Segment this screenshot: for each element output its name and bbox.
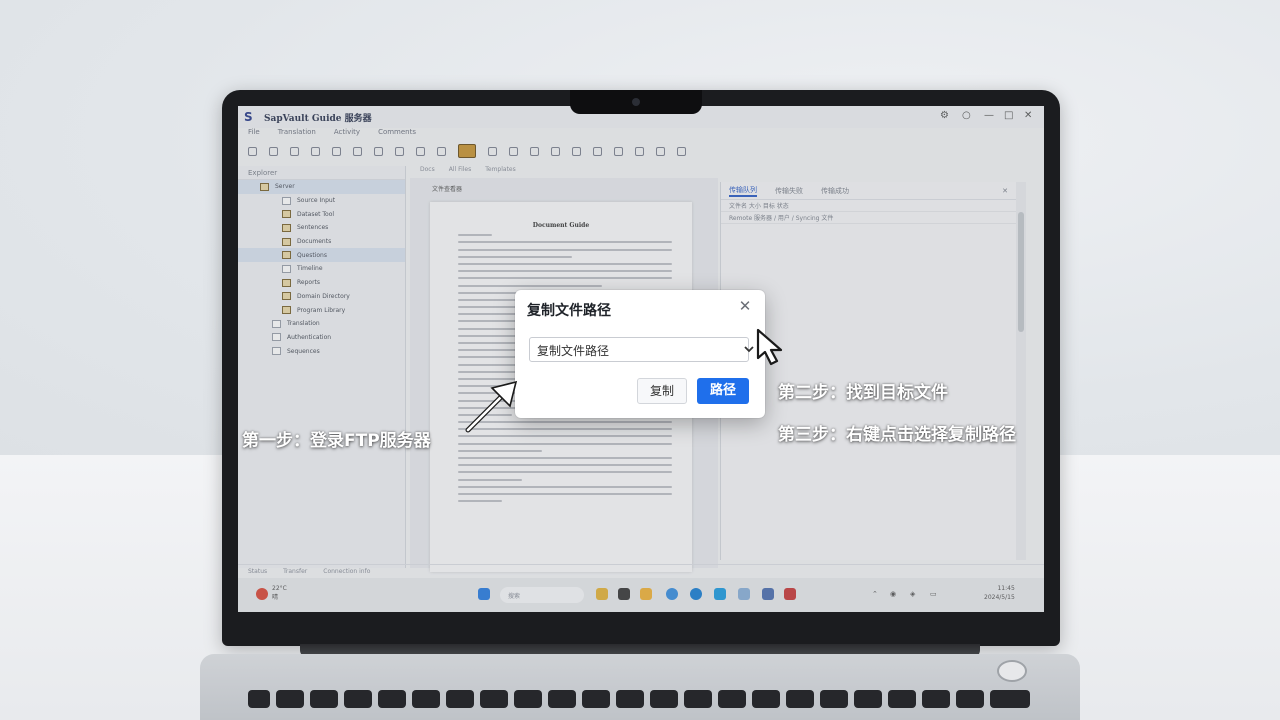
path-select-value: 复制文件路径 <box>537 344 610 358</box>
keyboard <box>240 686 1040 720</box>
path-button[interactable]: 路径 <box>697 378 749 404</box>
step3-annotation: 第三步：右键点击选择复制路径 <box>778 425 1016 445</box>
step1-arrow-icon <box>465 380 518 433</box>
path-select[interactable]: 复制文件路径 <box>529 337 754 362</box>
power-button <box>997 660 1027 682</box>
cursor-pointer-icon <box>756 328 783 366</box>
copy-path-dialog: 复制文件路径 ✕ 复制文件路径 复制 路径 <box>515 290 765 418</box>
step1-annotation: 第一步：登录FTP服务器 <box>242 431 431 451</box>
dialog-title: 复制文件路径 <box>527 303 611 319</box>
camera-icon <box>632 98 640 106</box>
copy-button[interactable]: 复制 <box>637 378 687 404</box>
step2-annotation: 第二步：找到目标文件 <box>778 383 948 403</box>
close-icon[interactable]: ✕ <box>737 298 753 314</box>
